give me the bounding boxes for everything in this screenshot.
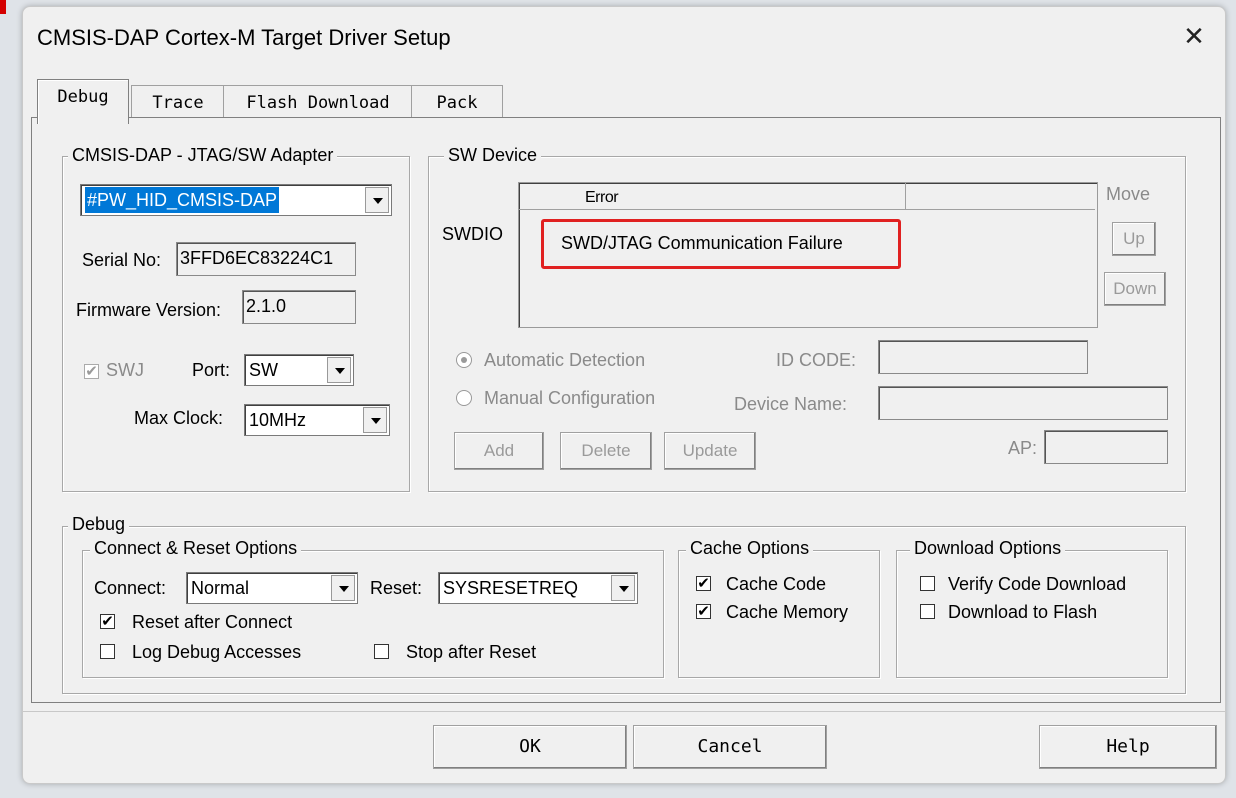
stop-after-reset-label: Stop after Reset bbox=[406, 642, 537, 662]
verify-code-download-checkbox[interactable] bbox=[920, 576, 935, 591]
dialog-title: CMSIS-DAP Cortex-M Target Driver Setup bbox=[37, 25, 451, 50]
serial-label: Serial No: bbox=[82, 250, 162, 270]
tab-pack-label: Pack bbox=[436, 93, 478, 113]
automatic-detection-label: Automatic Detection bbox=[484, 350, 646, 370]
id-code-field bbox=[878, 340, 1088, 374]
cancel-label: Cancel bbox=[697, 736, 763, 757]
move-down-button[interactable]: Down bbox=[1104, 272, 1166, 306]
stop-after-reset-checkbox[interactable] bbox=[374, 644, 389, 659]
column-divider bbox=[905, 183, 906, 209]
swj-label: SWJ bbox=[106, 360, 144, 380]
connect-label: Connect: bbox=[94, 578, 167, 598]
move-label: Move bbox=[1106, 184, 1151, 204]
cancel-button[interactable]: Cancel bbox=[633, 725, 827, 769]
cache-code-label: Cache Code bbox=[726, 574, 827, 594]
adapter-selected-value: #PW_HID_CMSIS-DAP bbox=[85, 187, 280, 213]
reset-select[interactable]: SYSRESETREQ bbox=[438, 572, 638, 604]
close-icon[interactable]: ✕ bbox=[1179, 21, 1209, 51]
update-button[interactable]: Update bbox=[664, 432, 756, 470]
log-debug-accesses-checkbox[interactable] bbox=[100, 644, 115, 659]
tab-debug-label: Debug bbox=[57, 87, 109, 107]
serial-field: 3FFD6EC83224C1 bbox=[176, 242, 356, 276]
ap-field bbox=[1044, 430, 1168, 464]
add-button[interactable]: Add bbox=[454, 432, 544, 470]
cache-options-legend: Cache Options bbox=[686, 538, 814, 559]
port-select[interactable]: SW bbox=[244, 354, 354, 386]
max-clock-label: Max Clock: bbox=[134, 408, 224, 428]
download-options-legend: Download Options bbox=[910, 538, 1066, 559]
device-name-field bbox=[878, 386, 1168, 420]
sw-device-legend: SW Device bbox=[444, 145, 542, 166]
tab-trace-label: Trace bbox=[152, 93, 204, 113]
background-window-edge bbox=[0, 0, 6, 14]
move-up-label: Up bbox=[1123, 229, 1145, 248]
swdio-label: SWDIO bbox=[442, 224, 503, 244]
swj-checkbox[interactable]: ✔ bbox=[84, 364, 99, 379]
reset-value: SYSRESETREQ bbox=[443, 578, 579, 598]
help-label: Help bbox=[1106, 736, 1150, 757]
log-debug-accesses-label: Log Debug Accesses bbox=[132, 642, 302, 662]
firmware-field: 2.1.0 bbox=[242, 290, 356, 324]
move-up-button[interactable]: Up bbox=[1112, 222, 1156, 256]
ap-label: AP: bbox=[1008, 438, 1038, 458]
verify-code-download-label: Verify Code Download bbox=[948, 574, 1127, 594]
device-list-header: Error bbox=[519, 183, 1095, 210]
column-error-header: Error bbox=[585, 189, 619, 206]
ok-label: OK bbox=[519, 736, 541, 757]
chevron-down-icon[interactable] bbox=[363, 407, 387, 433]
chevron-down-icon[interactable] bbox=[331, 575, 355, 601]
error-message: SWD/JTAG Communication Failure bbox=[561, 233, 843, 253]
download-to-flash-checkbox[interactable] bbox=[920, 604, 935, 619]
update-label: Update bbox=[682, 441, 738, 460]
tab-debug[interactable]: Debug bbox=[37, 79, 129, 124]
move-down-label: Down bbox=[1113, 279, 1157, 298]
manual-configuration-radio[interactable] bbox=[456, 390, 472, 406]
port-value: SW bbox=[249, 360, 278, 380]
chevron-down-icon[interactable] bbox=[611, 575, 635, 601]
help-button[interactable]: Help bbox=[1039, 725, 1217, 769]
adapter-group-legend: CMSIS-DAP - JTAG/SW Adapter bbox=[68, 145, 338, 166]
device-list[interactable]: Error SWD/JTAG Communication Failure bbox=[518, 182, 1098, 328]
download-to-flash-label: Download to Flash bbox=[948, 602, 1098, 622]
tab-flash-download-label: Flash Download bbox=[246, 93, 390, 113]
reset-label: Reset: bbox=[370, 578, 423, 598]
delete-label: Delete bbox=[581, 441, 631, 460]
connect-value: Normal bbox=[191, 578, 250, 598]
reset-after-connect-label: Reset after Connect bbox=[132, 612, 293, 632]
max-clock-select[interactable]: 10MHz bbox=[244, 404, 390, 436]
ok-button[interactable]: OK bbox=[433, 725, 627, 769]
cache-code-checkbox[interactable]: ✔ bbox=[696, 576, 711, 591]
debug-group-legend: Debug bbox=[68, 514, 130, 535]
reset-after-connect-checkbox[interactable]: ✔ bbox=[100, 614, 115, 629]
target-driver-setup-dialog: CMSIS-DAP Cortex-M Target Driver Setup ✕… bbox=[22, 6, 1226, 784]
manual-configuration-label: Manual Configuration bbox=[484, 388, 656, 408]
add-label: Add bbox=[483, 441, 515, 460]
id-code-label: ID CODE: bbox=[776, 350, 857, 370]
connect-reset-legend: Connect & Reset Options bbox=[90, 538, 302, 559]
footer-divider bbox=[23, 711, 1225, 712]
max-clock-value: 10MHz bbox=[249, 410, 307, 430]
device-name-label: Device Name: bbox=[734, 394, 848, 414]
debug-tab-panel: CMSIS-DAP - JTAG/SW Adapter #PW_HID_CMSI… bbox=[31, 117, 1221, 703]
connect-select[interactable]: Normal bbox=[186, 572, 358, 604]
chevron-down-icon[interactable] bbox=[365, 187, 389, 213]
port-label: Port: bbox=[192, 360, 231, 380]
cache-memory-checkbox[interactable]: ✔ bbox=[696, 604, 711, 619]
cache-memory-label: Cache Memory bbox=[726, 602, 849, 622]
delete-button[interactable]: Delete bbox=[560, 432, 652, 470]
chevron-down-icon[interactable] bbox=[327, 357, 351, 383]
automatic-detection-radio[interactable] bbox=[456, 352, 472, 368]
firmware-label: Firmware Version: bbox=[76, 300, 222, 320]
adapter-select[interactable]: #PW_HID_CMSIS-DAP bbox=[80, 184, 392, 216]
